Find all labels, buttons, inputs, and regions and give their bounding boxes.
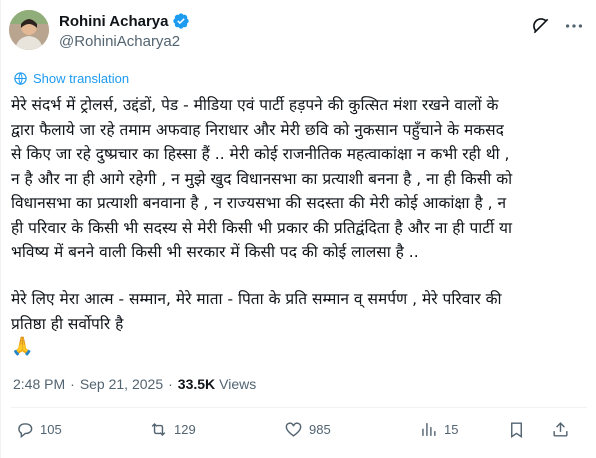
like-count: 985 <box>309 422 331 437</box>
like-button[interactable]: 985 <box>284 420 331 439</box>
views-count: 33.5K <box>177 376 216 392</box>
tweet-date[interactable]: Sep 21, 2025 <box>80 376 163 392</box>
tweet-text-paragraph-2: मेरे लिए मेरा आत्म - सम्मान, मेरे माता -… <box>11 290 502 333</box>
show-translation-label[interactable]: Show translation <box>33 71 129 86</box>
reply-count: 105 <box>40 422 62 437</box>
tweet-card: Rohini Acharya @RohiniAcharya2 Show tran… <box>0 0 596 458</box>
show-translation-link[interactable]: Show translation <box>13 71 129 86</box>
action-bar: 105 129 985 15 <box>1 420 596 446</box>
folded-hands-emoji: 🙏 <box>11 336 34 356</box>
reply-button[interactable]: 105 <box>15 420 62 439</box>
meta-separator: · <box>70 376 75 392</box>
views-action-count: 15 <box>444 422 459 437</box>
avatar[interactable] <box>9 10 49 50</box>
reply-icon <box>18 423 33 439</box>
verified-badge-icon <box>173 13 190 29</box>
meta-separator: · <box>168 376 173 392</box>
bookmark-icon <box>511 422 522 438</box>
tweet-meta: 2:48 PM · Sep 21, 2025 · 33.5K Views <box>13 376 256 392</box>
bookmark-button[interactable] <box>507 420 532 439</box>
author-handle[interactable]: @RohiniAcharya2 <box>59 33 180 50</box>
tweet-text-paragraph-1: मेरे संदर्भ में ट्रोलर्स, उद्दंडों, पेड … <box>11 96 513 261</box>
more-options-icon[interactable] <box>563 16 585 36</box>
repost-icon <box>151 422 166 437</box>
translate-icon <box>14 72 27 85</box>
grok-icon[interactable] <box>531 16 551 36</box>
author-name[interactable]: Rohini Acharya <box>59 13 168 30</box>
views-button[interactable]: 15 <box>419 420 458 439</box>
share-button[interactable] <box>551 420 576 439</box>
share-icon <box>553 422 568 437</box>
tweet-time[interactable]: 2:48 PM <box>13 376 65 392</box>
author-name-row[interactable]: Rohini Acharya <box>59 12 190 30</box>
repost-button[interactable]: 129 <box>149 420 196 439</box>
divider <box>11 407 587 408</box>
analytics-icon <box>422 423 436 436</box>
views-label: Views <box>219 376 257 392</box>
repost-count: 129 <box>174 422 196 437</box>
heart-icon <box>285 422 302 437</box>
